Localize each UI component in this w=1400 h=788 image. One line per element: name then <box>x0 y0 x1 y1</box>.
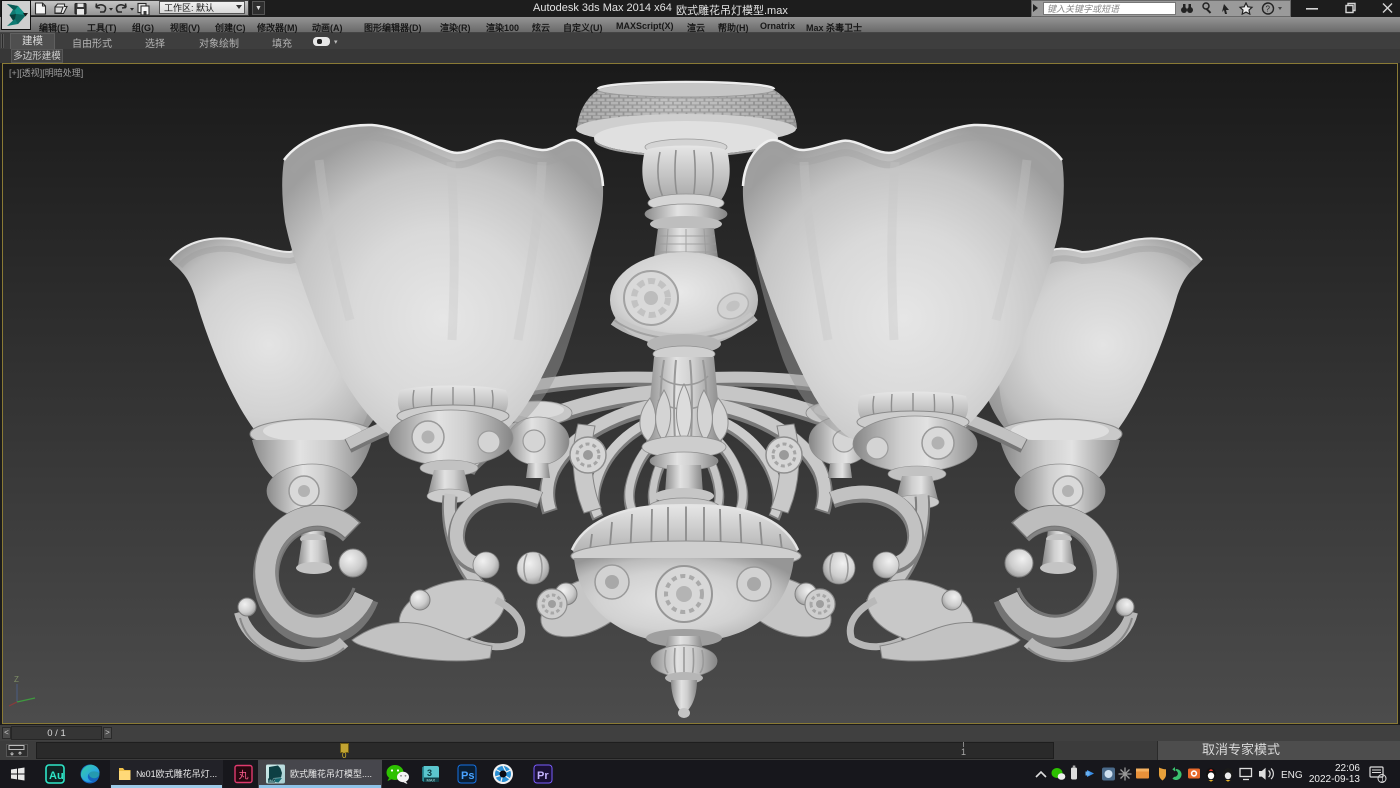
svg-text:MAX: MAX <box>269 779 277 783</box>
svg-text:Ps: Ps <box>461 770 474 782</box>
svg-text:Z: Z <box>14 675 19 684</box>
svg-text:丸: 丸 <box>239 769 249 782</box>
svg-text:?: ? <box>1266 5 1271 14</box>
svg-text:1: 1 <box>1381 777 1385 784</box>
svg-text:ENG: ENG <box>1281 770 1303 781</box>
svg-text:Au: Au <box>49 770 64 782</box>
svg-text:MAX: MAX <box>427 778 436 783</box>
svg-text:3: 3 <box>427 768 432 778</box>
svg-text:Pr: Pr <box>537 770 549 782</box>
